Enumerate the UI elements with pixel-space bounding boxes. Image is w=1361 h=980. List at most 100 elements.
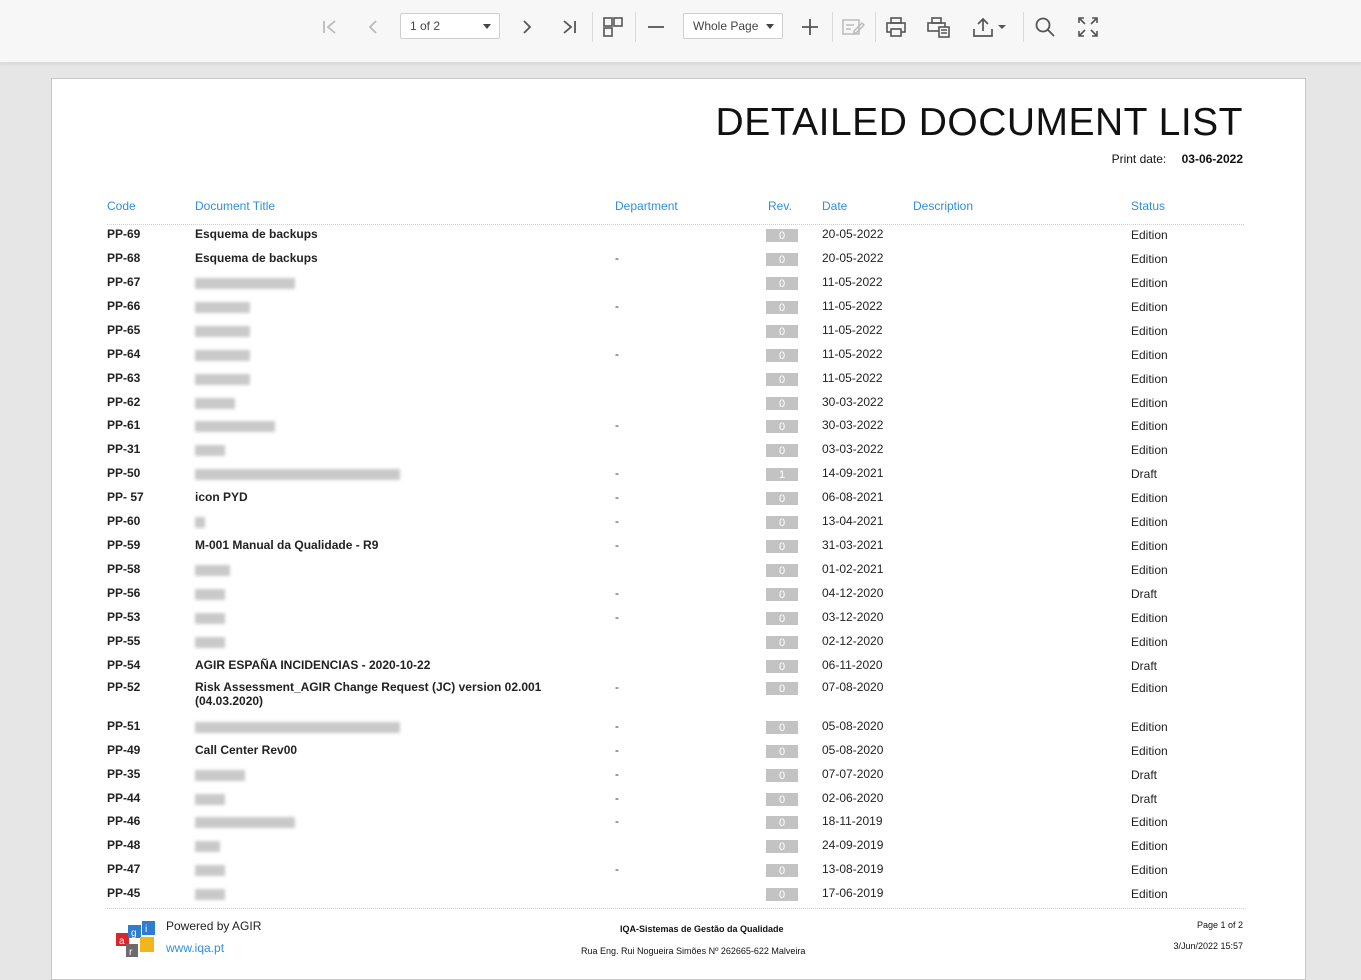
row-date: 02-06-2020 [822,791,884,805]
row-title [195,275,555,290]
row-title [195,371,555,386]
row-department: - [615,251,619,265]
toolbar-separator [592,12,593,42]
print-date: Print date: 03-06-2022 [1112,152,1243,166]
previous-page-button[interactable] [357,11,389,43]
table-row[interactable]: PP-50 - 1 14-09-2021 Draft [52,466,1305,490]
row-revision: 0 [766,564,798,577]
row-status: Draft [1131,467,1158,481]
multipage-view-button[interactable] [597,11,629,43]
table-row[interactable]: PP- 57 icon PYD - 0 06-08-2021 Edition [52,490,1305,514]
website-link[interactable]: www.iqa.pt [166,941,224,955]
table-row[interactable]: PP-58 0 01-02-2021 Edition [52,562,1305,586]
table-row[interactable]: PP-69 Esquema de backups 0 20-05-2022 Editio… [52,227,1305,251]
first-page-icon [321,18,339,36]
table-row[interactable]: PP-47 - 0 13-08-2019 Edition [52,862,1305,886]
fullscreen-button[interactable] [1072,11,1104,43]
search-button[interactable] [1029,11,1061,43]
row-status: Edition [1131,515,1168,529]
last-page-button[interactable] [553,11,585,43]
row-revision: 0 [766,420,798,433]
row-code: PP-66 [107,299,141,313]
table-row[interactable]: PP-53 - 0 03-12-2020 Edition [52,610,1305,634]
table-row[interactable]: PP-55 0 02-12-2020 Edition [52,634,1305,658]
column-header-code[interactable]: Code [107,199,136,213]
row-revision: 0 [766,325,798,338]
print-button[interactable] [880,11,912,43]
first-page-button[interactable] [314,11,346,43]
table-row[interactable]: PP-59 M-001 Manual da Qualidade - R9 - 0 31-… [52,538,1305,562]
print-date-value: 03-06-2022 [1181,152,1243,166]
row-revision: 0 [766,612,798,625]
row-revision: 0 [766,769,798,782]
table-row[interactable]: PP-63 0 11-05-2022 Edition [52,371,1305,395]
upload-icon [972,16,994,38]
table-row[interactable]: PP-49 Call Center Rev00 - 0 05-08-2020 Editio… [52,743,1305,767]
row-date: 31-03-2021 [822,538,884,552]
table-row[interactable]: PP-60 - 0 13-04-2021 Edition [52,514,1305,538]
zoom-in-button[interactable] [794,11,826,43]
row-date: 18-11-2019 [822,814,883,828]
row-department: - [615,466,619,480]
table-row[interactable]: PP-52 Risk Assessment_AGIR Change Request… [52,680,1305,708]
row-date: 11-05-2022 [822,347,883,361]
row-code: PP-55 [107,634,141,648]
row-status: Edition [1131,863,1168,877]
row-revision: 0 [766,816,798,829]
table-row[interactable]: PP-64 - 0 11-05-2022 Edition [52,347,1305,371]
row-date: 20-05-2022 [822,251,884,265]
table-row[interactable]: PP-65 0 11-05-2022 Edition [52,323,1305,347]
column-header-rev[interactable]: Rev. [768,199,792,213]
logo-letter-a: a [119,936,125,947]
row-code: PP-47 [107,862,141,876]
redacted-title [195,302,250,314]
table-row[interactable]: PP-67 0 11-05-2022 Edition [52,275,1305,299]
row-department: - [615,586,619,600]
fullscreen-icon [1077,16,1099,38]
zoom-out-button[interactable] [640,11,672,43]
edit-form-icon [841,16,865,38]
row-status: Edition [1131,300,1168,314]
redacted-title [195,398,235,410]
table-row[interactable]: PP-62 0 30-03-2022 Edition [52,395,1305,419]
table-row[interactable]: PP-44 - 0 02-06-2020 Draft [52,791,1305,815]
print-page-button[interactable] [923,11,955,43]
table-row[interactable]: PP-66 - 0 11-05-2022 Edition [52,299,1305,323]
row-date: 17-06-2019 [822,886,884,900]
table-row[interactable]: PP-61 - 0 30-03-2022 Edition [52,418,1305,442]
table-row[interactable]: PP-31 0 03-03-2022 Edition [52,442,1305,466]
row-date: 06-08-2021 [822,490,884,504]
table-row[interactable]: PP-68 Esquema de backups - 0 20-05-2022 Editi… [52,251,1305,275]
redacted-title [195,565,230,577]
row-date: 30-03-2022 [822,395,884,409]
footer-divider [107,908,1244,909]
table-row[interactable]: PP-56 - 0 04-12-2020 Draft [52,586,1305,610]
column-header-department[interactable]: Department [615,199,678,213]
column-header-title[interactable]: Document Title [195,199,275,213]
last-page-icon [560,18,578,36]
table-row[interactable]: PP-51 - 0 05-08-2020 Edition [52,719,1305,743]
row-title [195,886,555,901]
table-row[interactable]: PP-35 - 0 07-07-2020 Draft [52,767,1305,791]
column-header-status[interactable]: Status [1131,199,1165,213]
company-name: IQA-Sistemas de Gestão da Qualidade [620,924,784,934]
table-row[interactable]: PP-48 0 24-09-2019 Edition [52,838,1305,862]
toolbar-separator [1023,12,1024,42]
export-button[interactable] [966,11,1012,43]
table-row[interactable]: PP-54 AGIR ESPAÑA INCIDENCIAS - 2020-10-2… [52,658,1305,682]
redacted-title [195,589,225,601]
zoom-select[interactable]: Whole Page [683,13,783,39]
redacted-title [195,374,250,386]
row-title: AGIR ESPAÑA INCIDENCIAS - 2020-10-22 [195,658,431,672]
row-title [195,323,555,338]
edit-fields-button[interactable] [837,11,869,43]
row-revision: 0 [766,793,798,806]
row-department: - [615,418,619,432]
column-header-date[interactable]: Date [822,199,847,213]
table-row[interactable]: PP-45 0 17-06-2019 Edition [52,886,1305,910]
page-select[interactable]: 1 of 2 [400,13,500,39]
redacted-title [195,770,245,782]
next-page-button[interactable] [511,11,543,43]
column-header-description[interactable]: Description [913,199,973,213]
table-row[interactable]: PP-46 - 0 18-11-2019 Edition [52,814,1305,838]
